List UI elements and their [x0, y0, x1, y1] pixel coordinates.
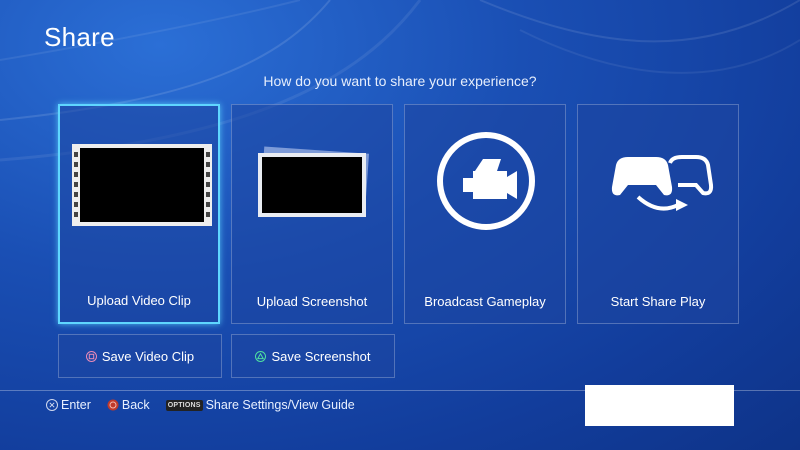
share-prompt: How do you want to share your experience… — [263, 73, 537, 89]
start-share-play-tile[interactable]: Start Share Play — [577, 104, 739, 324]
controller-share-icon — [578, 105, 738, 305]
broadcast-gameplay-tile[interactable]: Broadcast Gameplay — [404, 104, 566, 324]
square-button-icon — [85, 350, 97, 362]
save-video-clip-button[interactable]: Save Video Clip — [58, 334, 222, 378]
back-hint: Back — [107, 398, 150, 412]
tile-label: Upload Video Clip — [87, 293, 191, 308]
enter-hint: Enter — [46, 398, 91, 412]
upload-screenshot-tile[interactable]: Upload Screenshot — [231, 104, 393, 324]
film-strip-icon — [60, 106, 218, 306]
footer-hints: Enter Back OPTIONS Share Settings/View G… — [46, 398, 371, 412]
options-label: Share Settings/View Guide — [205, 398, 355, 412]
upload-video-clip-tile[interactable]: Upload Video Clip — [58, 104, 220, 324]
options-button-icon: OPTIONS — [165, 399, 203, 411]
redaction-box — [585, 385, 734, 426]
circle-button-icon — [107, 399, 119, 411]
tile-label: Upload Screenshot — [256, 294, 368, 309]
page-title: Share — [44, 22, 115, 52]
back-label: Back — [121, 398, 150, 412]
tile-label: Broadcast Gameplay — [424, 294, 546, 309]
options-hint: OPTIONS Share Settings/View Guide — [165, 398, 355, 412]
button-label: Save Screenshot — [271, 348, 371, 364]
screenshot-stack-icon — [232, 105, 392, 305]
save-screenshot-button[interactable]: Save Screenshot — [231, 334, 395, 378]
tile-label: Start Share Play — [610, 294, 706, 309]
triangle-button-icon — [255, 350, 267, 362]
button-label: Save Video Clip — [101, 348, 195, 364]
video-camera-icon — [405, 105, 565, 305]
enter-label: Enter — [61, 398, 91, 412]
cross-button-icon — [46, 399, 58, 411]
